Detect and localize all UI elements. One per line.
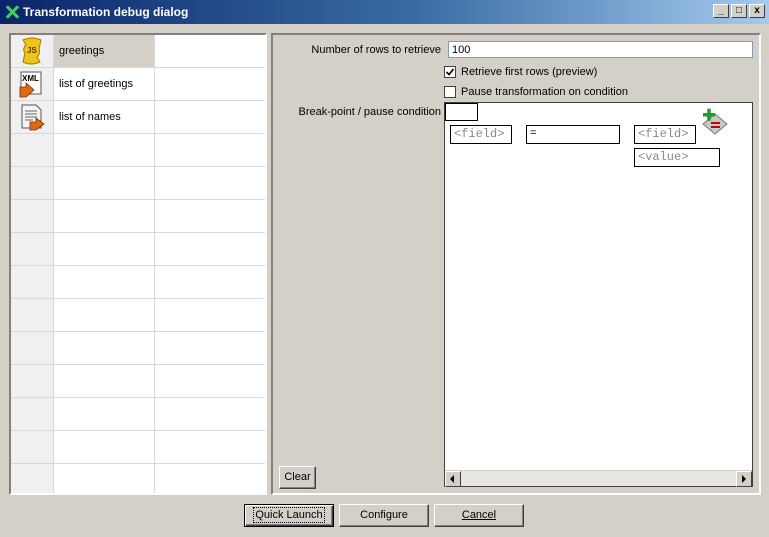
grid-cell (155, 299, 265, 331)
empty-grid-row (11, 431, 265, 464)
grid-cell (155, 233, 265, 265)
title-bar[interactable]: Transformation debug dialog _ □ x (0, 0, 769, 24)
quick-launch-button[interactable]: Quick Launch (244, 504, 334, 527)
retrieve-first-label: Retrieve first rows (preview) (461, 66, 598, 78)
minimize-button[interactable]: _ (713, 4, 729, 18)
step-list[interactable]: JS greetings XML list of greetings list … (9, 33, 267, 495)
empty-grid-row (11, 266, 265, 299)
grid-cell (11, 167, 54, 199)
grid-cell (54, 233, 155, 265)
empty-grid-row (11, 398, 265, 431)
text-file-step-icon (11, 101, 54, 133)
scroll-right-button[interactable] (736, 471, 752, 487)
step-name: list of names (54, 101, 155, 133)
empty-rows (11, 134, 265, 493)
maximize-button[interactable]: □ (731, 4, 747, 18)
window-controls: _ □ x (713, 4, 765, 18)
grid-cell (11, 398, 54, 430)
step-row-list-of-names[interactable]: list of names (11, 101, 265, 134)
step-cell (155, 35, 265, 67)
grid-cell (54, 134, 155, 166)
condition-negate-box[interactable] (445, 103, 478, 121)
empty-grid-row (11, 299, 265, 332)
rows-label: Number of rows to retrieve (311, 44, 441, 56)
grid-cell (155, 431, 265, 463)
empty-grid-row (11, 365, 265, 398)
right-field[interactable]: <field> (634, 125, 696, 144)
operator-field[interactable]: = (526, 125, 620, 144)
grid-cell (54, 398, 155, 430)
grid-cell (155, 134, 265, 166)
empty-grid-row (11, 464, 265, 493)
grid-cell (155, 332, 265, 364)
step-name: list of greetings (54, 68, 155, 100)
grid-cell (11, 332, 54, 364)
grid-cell (155, 167, 265, 199)
pause-label: Pause transformation on condition (461, 86, 628, 98)
right-value[interactable]: <value> (634, 148, 720, 167)
grid-cell (54, 431, 155, 463)
retrieve-first-checkbox[interactable] (444, 66, 456, 78)
pause-option[interactable]: Pause transformation on condition (444, 86, 628, 98)
grid-cell (11, 431, 54, 463)
rows-input[interactable] (448, 41, 753, 58)
add-condition-icon[interactable] (701, 108, 729, 136)
empty-grid-row (11, 200, 265, 233)
xml-step-icon: XML (11, 68, 54, 100)
step-row-greetings[interactable]: JS greetings (11, 35, 265, 68)
step-name: greetings (54, 35, 155, 67)
grid-cell (54, 266, 155, 298)
empty-grid-row (11, 332, 265, 365)
grid-cell (11, 365, 54, 397)
window-title: Transformation debug dialog (23, 5, 189, 19)
app-icon (5, 5, 19, 19)
empty-grid-row (11, 233, 265, 266)
empty-grid-row (11, 134, 265, 167)
grid-cell (155, 200, 265, 232)
step-cell (155, 101, 265, 133)
close-button[interactable]: x (749, 4, 765, 18)
settings-panel: Number of rows to retrieve Retrieve firs… (271, 33, 761, 495)
clear-button[interactable]: Clear (279, 466, 316, 489)
svg-text:JS: JS (27, 46, 37, 55)
horizontal-scrollbar[interactable] (445, 470, 752, 487)
grid-cell (54, 167, 155, 199)
grid-cell (11, 233, 54, 265)
cancel-button[interactable]: Cancel (434, 504, 524, 527)
grid-cell (54, 200, 155, 232)
grid-cell (54, 365, 155, 397)
retrieve-first-option[interactable]: Retrieve first rows (preview) (444, 66, 597, 78)
grid-cell (155, 365, 265, 397)
grid-cell (54, 299, 155, 331)
grid-cell (11, 134, 54, 166)
step-row-list-of-greetings[interactable]: XML list of greetings (11, 68, 265, 101)
breakpoint-label: Break-point / pause condition (298, 106, 441, 118)
grid-cell (11, 266, 54, 298)
pause-checkbox[interactable] (444, 86, 456, 98)
grid-cell (11, 299, 54, 331)
quick-launch-label: Quick Launch (253, 507, 325, 523)
scroll-left-button[interactable] (445, 471, 461, 487)
grid-cell (54, 464, 155, 493)
javascript-step-icon: JS (11, 35, 54, 67)
grid-cell (155, 398, 265, 430)
grid-cell (155, 266, 265, 298)
grid-cell (11, 464, 54, 493)
grid-cell (155, 464, 265, 493)
empty-grid-row (11, 167, 265, 200)
cancel-label: Cancel (461, 509, 497, 521)
condition-editor[interactable]: <field> = <field> <value> (444, 102, 753, 487)
left-field[interactable]: <field> (450, 125, 512, 144)
svg-text:XML: XML (22, 74, 39, 83)
configure-button[interactable]: Configure (339, 504, 429, 527)
grid-cell (54, 332, 155, 364)
step-cell (155, 68, 265, 100)
grid-cell (11, 200, 54, 232)
